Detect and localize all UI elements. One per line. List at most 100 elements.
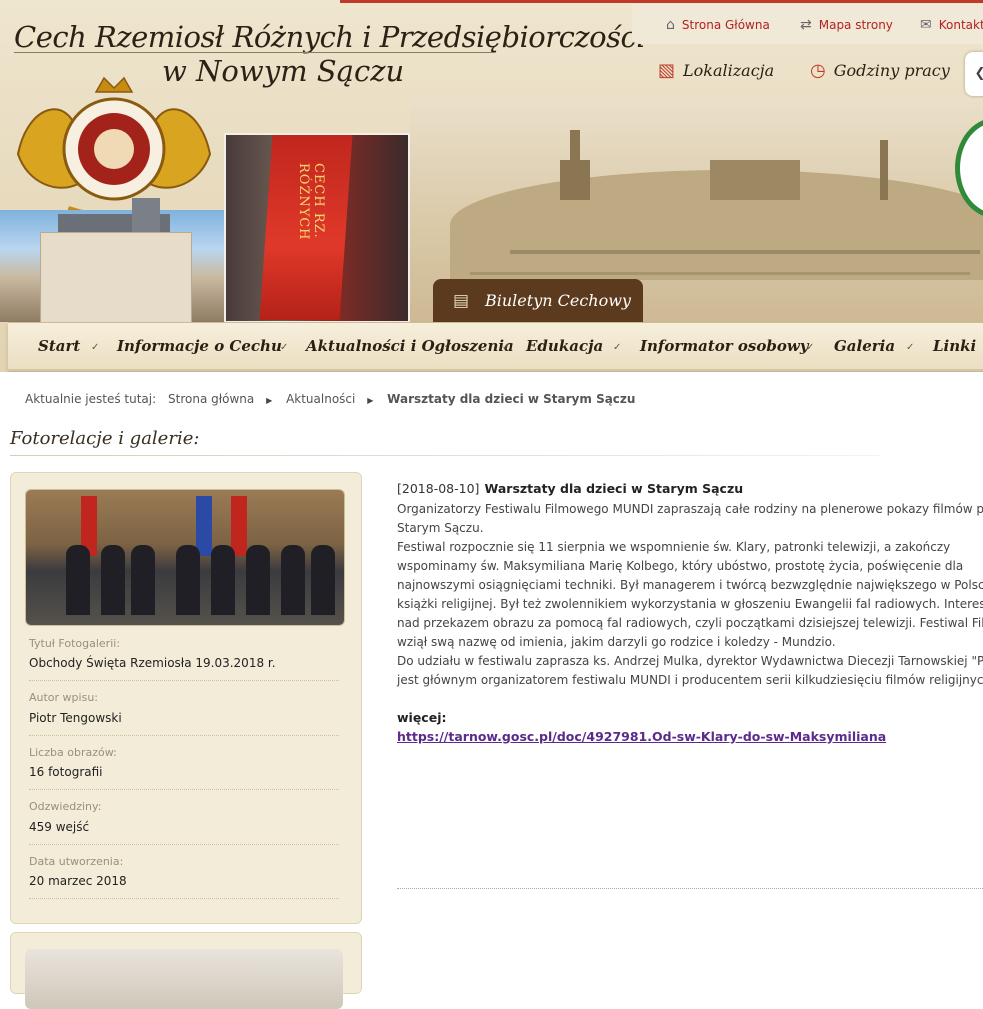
article-title: Warsztaty dla dzieci w Starym Sączu xyxy=(484,481,744,496)
gallery-title-value: Obchody Święta Rzemiosła 19.03.2018 r. xyxy=(29,656,276,670)
opening-hours-label: Godziny pracy xyxy=(833,61,950,80)
site-header: CECH RZ. RÓŻNYCH Cech Rzemiosł Różnych i… xyxy=(0,0,983,372)
section-title: Fotorelacje i galerie: xyxy=(10,428,200,449)
photo-person xyxy=(131,545,155,615)
article-line: książki religijnej. Był też zwolennikiem… xyxy=(397,597,983,611)
document-icon: ▤ xyxy=(453,291,470,311)
top-link-label: Kontakt xyxy=(938,18,983,32)
nav-separator: ✓ xyxy=(906,342,915,353)
gallery-date-value: 20 marzec 2018 xyxy=(29,874,127,888)
meta-divider xyxy=(29,898,339,899)
top-link-sitemap[interactable]: ⇄ Mapa strony xyxy=(800,17,893,33)
location-label: Lokalizacja xyxy=(683,61,775,80)
city-hall-facade xyxy=(40,232,192,324)
breadcrumb: Aktualnie jesteś tutaj: Strona główna ▶ … xyxy=(25,392,643,406)
photo-person xyxy=(311,545,335,615)
top-accent-strip xyxy=(340,0,983,3)
gallery-visits-value: 459 wejść xyxy=(29,820,90,834)
guild-crest-emblem xyxy=(16,76,212,220)
gallery-visits-label: Odzwiedziny: xyxy=(29,800,102,813)
meta-divider xyxy=(29,680,339,681)
more-label: więcej: xyxy=(397,710,447,725)
gallery-thumbnail[interactable] xyxy=(25,489,345,626)
photo-person xyxy=(66,545,90,615)
top-link-label: Mapa strony xyxy=(818,18,893,32)
nav-item-informacje[interactable]: Informacje o Cechu xyxy=(117,337,282,355)
biuletyn-tab[interactable]: ▤ Biuletyn Cechowy xyxy=(433,279,643,323)
opening-hours-link[interactable]: ◷ Godziny pracy xyxy=(810,60,950,81)
photo-person xyxy=(246,545,270,615)
photo-person xyxy=(101,545,125,615)
map-icon: ▧ xyxy=(658,60,676,81)
home-icon: ⌂ xyxy=(666,17,675,33)
nav-item-informator[interactable]: Informator osobowy xyxy=(640,337,809,355)
top-links-bar: ⌂ Strona Główna ⇄ Mapa strony ✉ Kontakt xyxy=(632,4,983,44)
photo-person xyxy=(176,545,200,615)
article-line: wziął swą nazwę od imienia, jakim darzyl… xyxy=(397,635,836,649)
article-heading: [2018-08-10] Warsztaty dla dzieci w Star… xyxy=(397,478,983,497)
nav-separator: ✓ xyxy=(91,342,100,353)
side-panel-toggle[interactable]: ❮ xyxy=(965,52,983,96)
city-hall-tower xyxy=(132,198,160,232)
gallery-author-label: Autor wpisu: xyxy=(29,691,99,704)
nav-item-aktualnosci[interactable]: Aktualności i Ogłoszenia xyxy=(306,337,514,355)
article-date: [2018-08-10] xyxy=(397,481,480,496)
photo-person xyxy=(211,545,235,615)
top-link-label: Strona Główna xyxy=(681,18,770,32)
clock-icon: ◷ xyxy=(810,60,826,81)
nav-separator: ✓ xyxy=(502,342,511,353)
article-line: wspominamy św. Maksymiliana Marię Kolbeg… xyxy=(397,559,964,573)
gallery-card: Tytuł Fotogalerii: Obchody Święta Rzemio… xyxy=(10,472,362,924)
location-link[interactable]: ▧ Lokalizacja xyxy=(658,60,774,81)
site-title: Cech Rzemiosł Różnych i Przedsiębiorczoś… xyxy=(14,20,646,54)
meta-divider xyxy=(29,789,339,790)
photo-flag xyxy=(196,496,212,556)
photo-person xyxy=(281,545,305,615)
article-line: jest głównym organizatorem festiwalu MUN… xyxy=(397,673,983,687)
sitemap-icon: ⇄ xyxy=(800,17,812,33)
article-body: Organizatorzy Festiwalu Filmowego MUNDI … xyxy=(397,500,983,690)
biuletyn-label: Biuletyn Cechowy xyxy=(485,291,631,310)
gallery-count-label: Liczba obrazów: xyxy=(29,746,117,759)
breadcrumb-link-news[interactable]: Aktualności xyxy=(286,392,355,406)
article-line: Starym Sączu. xyxy=(397,521,484,535)
gallery-author-value: Piotr Tengowski xyxy=(29,711,122,725)
gallery-title-label: Tytuł Fotogalerii: xyxy=(29,637,121,650)
banner-text: CECH RZ. RÓŻNYCH xyxy=(296,163,326,241)
nav-separator: ✓ xyxy=(806,342,815,353)
site-title-subline: w Nowym Sączu xyxy=(162,54,405,88)
title-underline xyxy=(14,52,494,53)
article-divider xyxy=(397,888,983,889)
gallery-thumbnail-next[interactable] xyxy=(25,949,343,1009)
nav-item-galeria[interactable]: Galeria xyxy=(834,337,895,355)
breadcrumb-current: Warsztaty dla dzieci w Starym Sączu xyxy=(387,392,636,406)
top-link-home[interactable]: ⌂ Strona Główna xyxy=(666,17,770,33)
nav-separator: ✓ xyxy=(280,342,289,353)
meta-divider xyxy=(29,844,339,845)
breadcrumb-link-home[interactable]: Strona główna xyxy=(168,392,254,406)
article-line: nad przekazem obrazu za pomocą fal radio… xyxy=(397,616,983,630)
breadcrumb-arrow-icon: ▶ xyxy=(367,396,374,405)
nav-separator: ✓ xyxy=(613,342,622,353)
guild-banner-photo: CECH RZ. RÓŻNYCH xyxy=(224,133,410,323)
nav-item-edukacja[interactable]: Edukacja xyxy=(526,337,603,355)
article-line: Organizatorzy Festiwalu Filmowego MUNDI … xyxy=(397,502,983,516)
meta-divider xyxy=(29,735,339,736)
gallery-card-next xyxy=(10,932,362,1009)
article-line: najnowszymi osiągnięciami techniki. Był … xyxy=(397,578,983,592)
main-nav: Start ✓ Informacje o Cechu ✓ Aktualności… xyxy=(8,322,983,371)
breadcrumb-prefix: Aktualnie jesteś tutaj: xyxy=(25,392,157,406)
mail-icon: ✉ xyxy=(920,17,932,33)
breadcrumb-arrow-icon: ▶ xyxy=(266,396,273,405)
article-line: Festiwal rozpocznie się 11 sierpnia we w… xyxy=(397,540,951,554)
more-link[interactable]: https://tarnow.gosc.pl/doc/4927981.Od-sw… xyxy=(397,729,886,744)
section-divider xyxy=(10,455,880,456)
nav-item-linki[interactable]: Linki xyxy=(933,337,976,355)
gallery-count-value: 16 fotografii xyxy=(29,765,103,779)
photo-flag xyxy=(231,496,247,556)
top-link-contact[interactable]: ✉ Kontakt xyxy=(920,17,983,33)
gallery-date-label: Data utworzenia: xyxy=(29,855,124,868)
chevron-left-icon: ❮ xyxy=(975,66,983,81)
article-line: Do udziału w festiwalu zaprasza ks. Andr… xyxy=(397,654,983,668)
nav-item-start[interactable]: Start xyxy=(38,337,80,355)
